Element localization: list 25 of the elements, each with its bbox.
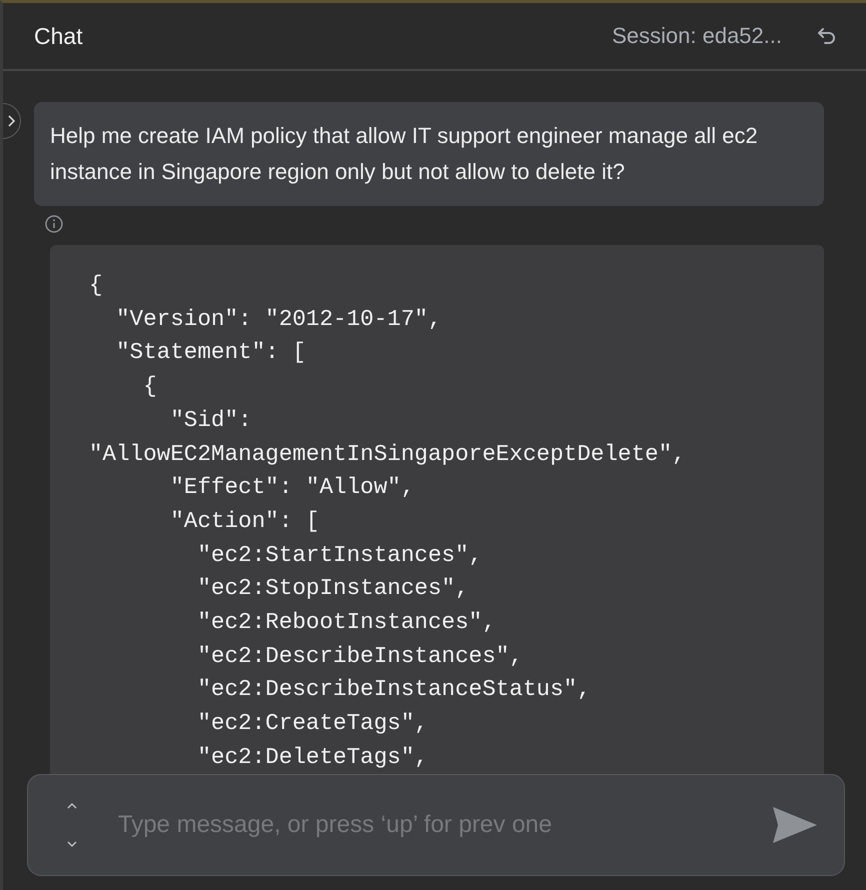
code-line: "Effect": "Allow", [169,473,416,502]
code-line: "ec2:StartInstances", [196,540,484,570]
code-line: "Action": [ [169,506,320,536]
code-line: "Version": "2012-10-17", [115,304,443,334]
message-input[interactable]: Type message, or press ‘up’ for prev one [118,811,732,839]
code-line: "ec2:DescribeInstanceStatus", [196,675,592,704]
code-line: "ec2:DeleteTags", [196,742,429,772]
chevron-down-icon[interactable] [66,840,78,848]
info-icon[interactable] [44,214,64,234]
code-line: "Sid": [169,406,253,435]
send-icon[interactable] [772,806,818,844]
code-line: "ec2:StopInstances", [196,574,470,604]
panel-title: Chat [34,22,84,50]
session-label: Session: eda52... [612,23,782,49]
code-line: "ec2:RebootInstances", [196,608,497,638]
code-line: "ec2:CreateTags", [196,709,429,738]
code-line: { [89,271,104,300]
code-line: "Statement": [ [115,338,307,368]
code-line: { [142,372,158,402]
chevron-right-icon [7,114,17,128]
code-line: "ec2:DescribeInstances", [196,642,524,671]
code-line: "AllowEC2ManagementInSingaporeExceptDelete", [89,440,687,469]
chevron-up-icon[interactable] [66,802,78,810]
undo-icon[interactable] [816,25,838,47]
user-message: Help me create IAM policy that allow IT support engineer manage all ec2 instance in Singapore region only but not allow to delete it? [34,102,824,206]
